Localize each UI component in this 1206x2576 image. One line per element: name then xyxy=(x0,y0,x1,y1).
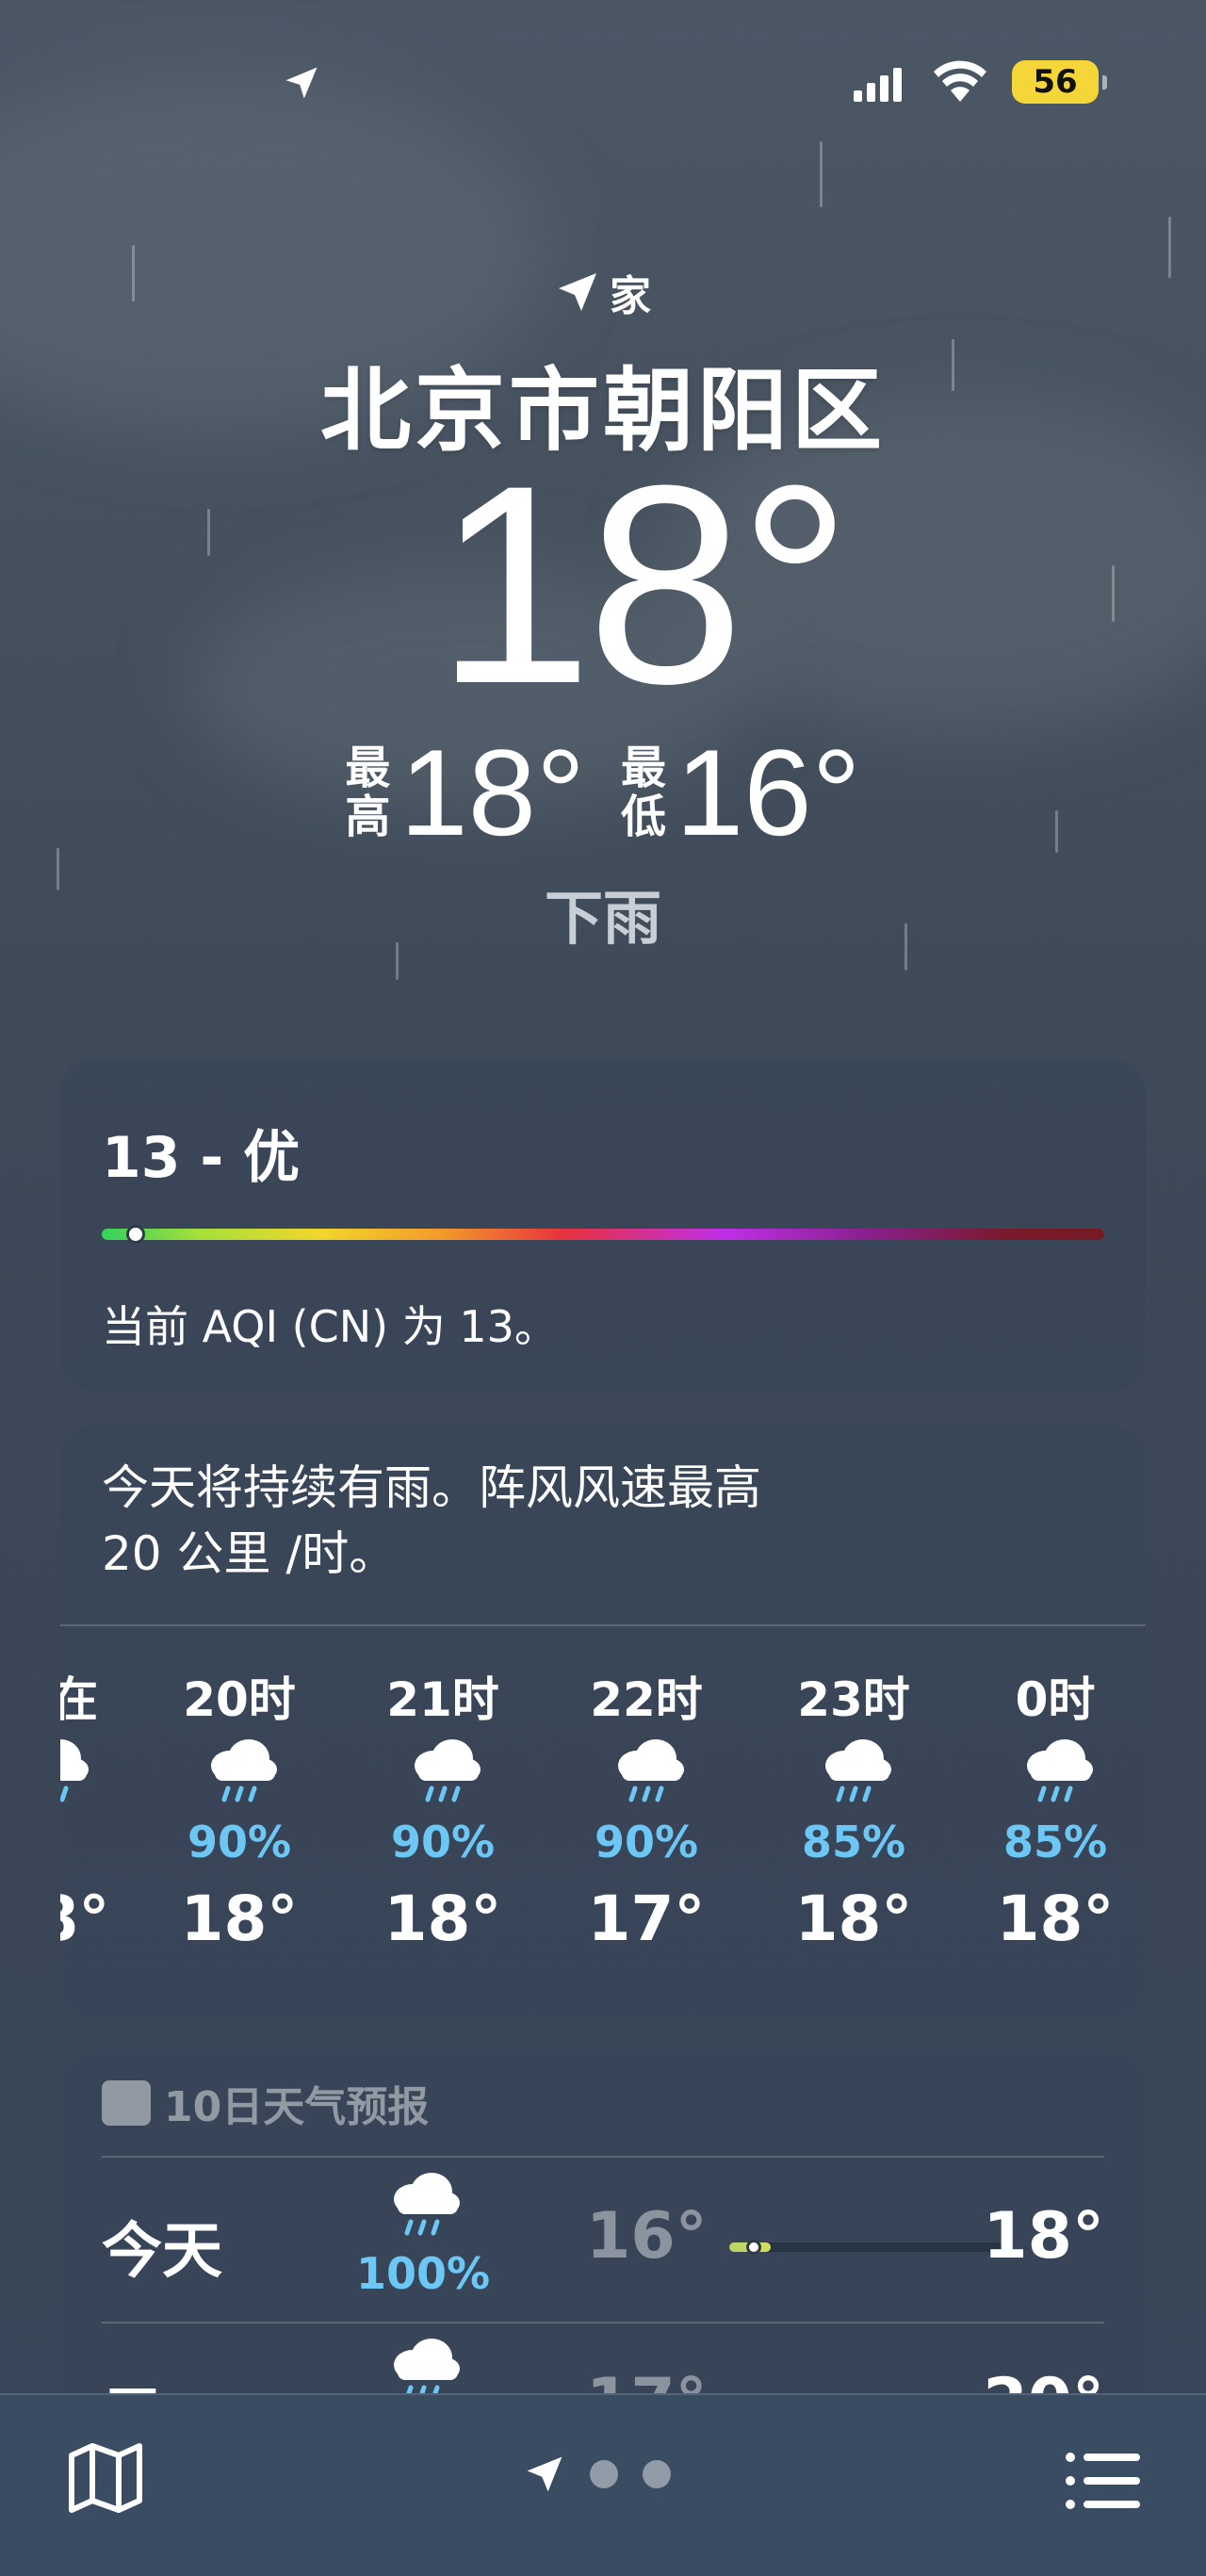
air-quality-card[interactable]: 13 - 优 当前 AQI (CN) 为 13。 xyxy=(60,1059,1146,1391)
hourly-scroll[interactable]: 现在 18° 20时 90% 18° 21时 90% 18° 22时 90% 17° 23时 85% 18… xyxy=(60,1643,1146,2001)
ten-day-header: 10日天气预报 xyxy=(102,2073,429,2133)
low-value: 16° xyxy=(676,724,861,861)
hourly-time: 22时 xyxy=(590,1672,703,1727)
rain-cloud-icon xyxy=(211,1739,277,1802)
daily-low: 16° xyxy=(586,2199,708,2274)
page-dot[interactable] xyxy=(590,2460,618,2488)
hourly-time: 0时 xyxy=(1015,1672,1096,1727)
day-name: 今天 xyxy=(102,2217,222,2287)
hourly-time: 23时 xyxy=(797,1672,910,1727)
hourly-temperature: 18° xyxy=(996,1883,1115,1955)
hourly-temperature: 18° xyxy=(794,1883,913,1955)
hourly-precip-probability: 90% xyxy=(594,1817,699,1867)
hourly-precip-probability: 90% xyxy=(187,1817,292,1867)
location-tag-label: 家 xyxy=(610,272,651,320)
hourly-temperature: 18° xyxy=(180,1883,299,1955)
wifi-icon xyxy=(934,60,986,102)
rain-cloud-icon xyxy=(1027,1739,1093,1802)
hourly-time: 现在 xyxy=(60,1672,98,1727)
hourly-time: 21时 xyxy=(386,1672,499,1727)
temperature-range-bar xyxy=(729,2240,1002,2255)
hourly-precip-probability: 85% xyxy=(801,1817,906,1867)
aqi-indicator xyxy=(126,1225,145,1244)
divider xyxy=(102,2156,1104,2158)
location-arrow-icon xyxy=(559,273,596,311)
high-value: 18° xyxy=(399,724,585,861)
aqi-scale-bar xyxy=(102,1229,1104,1240)
calendar-icon xyxy=(102,2080,151,2126)
bottom-toolbar xyxy=(0,2393,1206,2576)
hourly-summary: 今天将持续有雨。阵风风速最高 20 公里 /时。 xyxy=(102,1460,761,1581)
battery-level: 56 xyxy=(1033,63,1078,101)
location-arrow-icon xyxy=(527,2456,562,2492)
low-temperature: 最 低 16° xyxy=(621,731,861,854)
high-temperature: 最 高 18° xyxy=(345,731,585,854)
hourly-forecast-card[interactable]: 今天将持续有雨。阵风风速最高 20 公里 /时。 现在 18° 20时 90% 18° 2… xyxy=(60,1427,1146,2020)
rain-cloud-icon xyxy=(825,1739,891,1802)
list-icon[interactable] xyxy=(1063,2448,1142,2514)
hourly-precip-probability: 85% xyxy=(1002,1817,1108,1867)
high-low-temperatures: 最 高 18° 最 低 16° xyxy=(0,731,1206,854)
hourly-precip-probability: 90% xyxy=(390,1817,496,1867)
daily-row[interactable]: 今天 100% 16° 18° xyxy=(102,2163,1104,2323)
hourly-temperature: 17° xyxy=(587,1883,706,1955)
high-label: 最 高 xyxy=(345,742,391,843)
map-icon[interactable] xyxy=(66,2442,145,2514)
battery-icon: 56 xyxy=(1012,60,1107,104)
rain-cloud-icon xyxy=(415,1739,481,1802)
ten-day-title: 10日天气预报 xyxy=(164,2083,430,2131)
aqi-description: 当前 AQI (CN) 为 13。 xyxy=(102,1301,558,1352)
weather-condition: 下雨 xyxy=(544,884,661,953)
low-label: 最 低 xyxy=(621,742,667,843)
rain-cloud-icon xyxy=(60,1739,89,1802)
hourly-time: 20时 xyxy=(183,1672,296,1727)
current-temperature: 18° xyxy=(435,426,852,742)
aqi-title: 13 - 优 xyxy=(102,1125,301,1191)
daily-precip-probability: 100% xyxy=(355,2248,491,2299)
page-indicator[interactable] xyxy=(524,2454,671,2495)
hourly-temperature: 18° xyxy=(60,1883,110,1955)
cellular-signal-icon xyxy=(854,64,902,102)
divider xyxy=(102,2322,1104,2323)
status-bar: 56 xyxy=(0,0,1206,160)
rain-cloud-icon xyxy=(394,2173,460,2236)
divider xyxy=(60,1624,1146,1626)
hourly-temperature: 18° xyxy=(383,1883,502,1955)
daily-high: 18° xyxy=(983,2199,1104,2274)
location-arrow-icon xyxy=(285,67,318,99)
page-dot[interactable] xyxy=(643,2460,671,2488)
rain-cloud-icon xyxy=(618,1739,684,1802)
location-tag: 家 xyxy=(0,262,1206,322)
